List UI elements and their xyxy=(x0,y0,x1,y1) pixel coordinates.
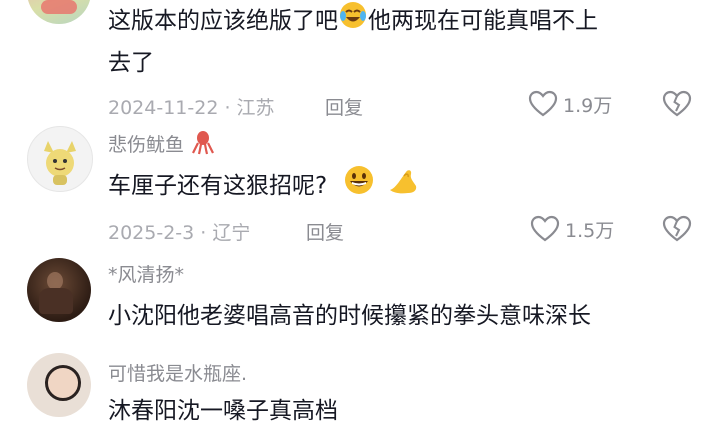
comment-text: 沐春阳沈一嗓子真高档 xyxy=(108,398,338,424)
like-count: 1.9万 xyxy=(563,94,613,117)
comment-username[interactable]: 可惜我是水瓶座. xyxy=(108,359,247,386)
avatar[interactable] xyxy=(27,126,93,192)
comment-date-location: 2024-11-22 · 江苏 xyxy=(108,97,275,119)
pinching-hand-emoji xyxy=(386,164,420,209)
comment-item: *风清扬* 小沈阳他老婆唱高音的时候攥紧的拳头意味深长 xyxy=(0,252,720,347)
like-count: 1.5万 xyxy=(565,219,615,242)
comment-text: 这版本的应该绝版了吧 他两现在可能真唱不上 去了 xyxy=(108,0,698,83)
laughing-crying-emoji xyxy=(338,0,368,43)
comment-username[interactable]: 悲伤鱿鱼 xyxy=(108,130,216,161)
heart-icon xyxy=(528,90,558,117)
avatar[interactable] xyxy=(27,353,91,417)
like-button[interactable]: 1.5万 xyxy=(530,215,614,243)
comment-date-location: 2025-2-3 · 辽宁 xyxy=(108,222,251,244)
comment-item: 悲伤鱿鱼 车厘子还有这狠招呢? 2025-2-3 · 辽宁 回复 1.5万 xyxy=(0,122,720,252)
like-button[interactable]: 1.9万 xyxy=(528,90,612,118)
broken-heart-icon xyxy=(662,90,692,117)
dislike-button[interactable] xyxy=(662,90,692,118)
comment-item: 可惜我是水瓶座. 沐春阳沈一嗓子真高档 xyxy=(0,347,720,424)
avatar[interactable] xyxy=(27,0,91,24)
comment-text: 车厘子还有这狠招呢? xyxy=(108,164,698,209)
reply-button[interactable]: 回复 xyxy=(306,218,344,245)
comment-item: 这版本的应该绝版了吧 他两现在可能真唱不上 去了 2024-11-22 · 江苏… xyxy=(0,0,720,122)
reply-button[interactable]: 回复 xyxy=(325,93,363,120)
heart-icon xyxy=(530,215,560,242)
comment-text: 小沈阳他老婆唱高音的时候攥紧的拳头意味深长 xyxy=(108,303,591,329)
dislike-button[interactable] xyxy=(662,215,692,243)
comment-username[interactable]: *风清扬* xyxy=(108,260,184,287)
broken-heart-icon xyxy=(662,215,692,242)
avatar[interactable] xyxy=(27,258,91,322)
grinning-face-emoji xyxy=(343,164,375,209)
squid-icon xyxy=(190,130,216,161)
